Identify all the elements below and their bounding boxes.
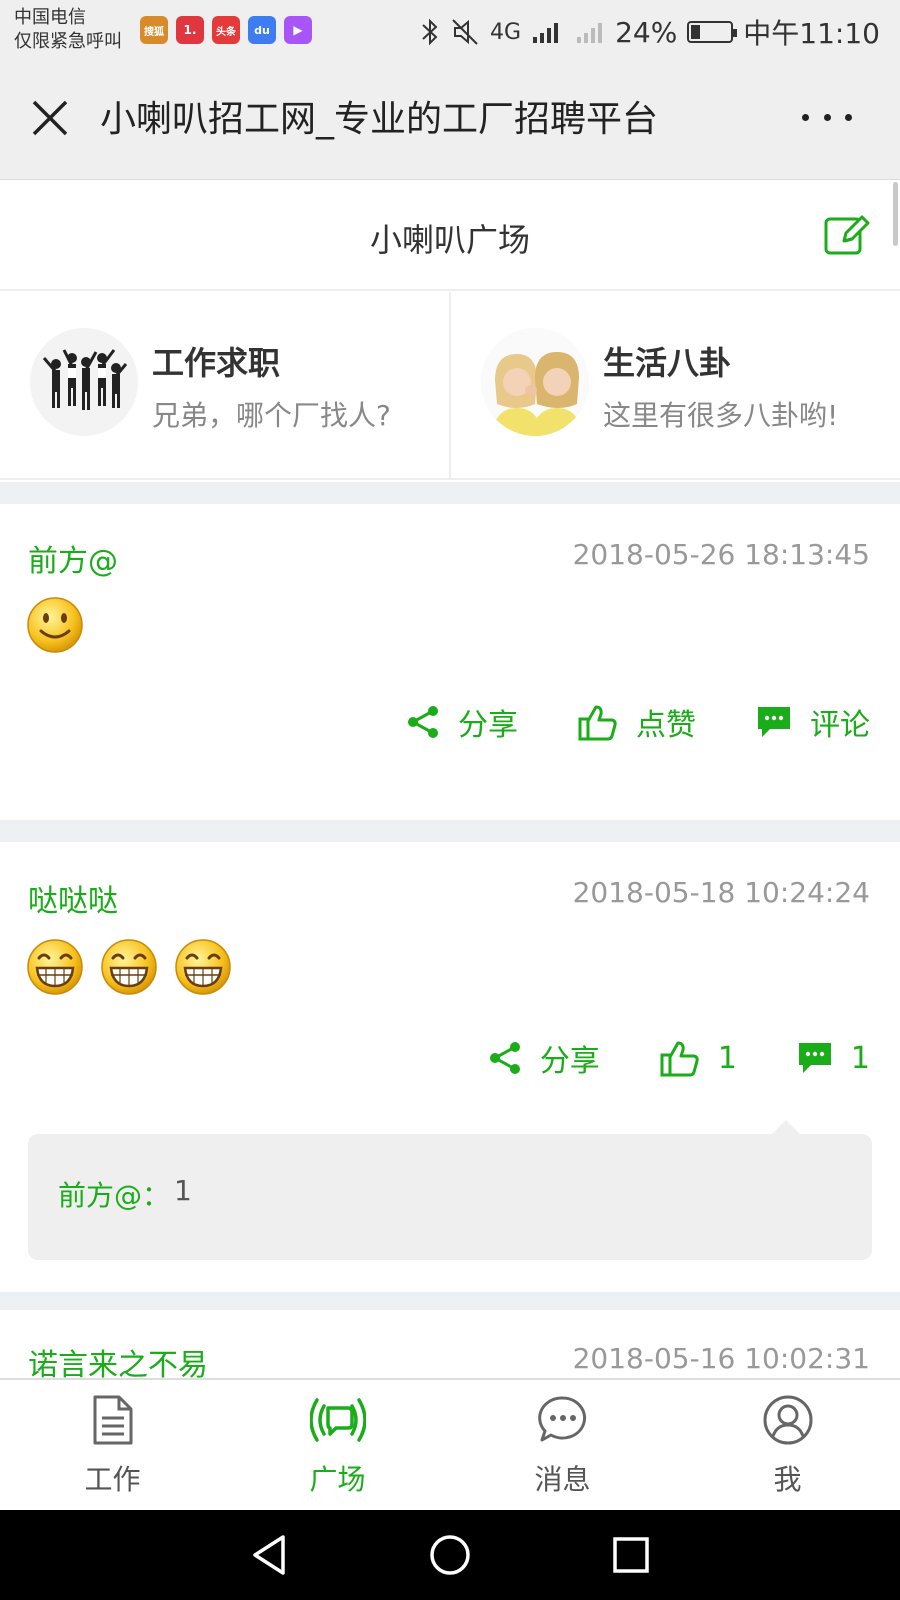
recent-apps-icon[interactable] [611, 1535, 651, 1575]
notification-icons: 搜狐 1. 头条 du ▶ [140, 16, 312, 44]
post-actions: 分享 1 1 [428, 1036, 870, 1080]
post-timestamp: 2018-05-18 10:24:24 [572, 876, 870, 909]
emergency-only-label: 仅限紧急呼叫 [14, 31, 122, 52]
more-options-button[interactable] [802, 102, 852, 132]
smile-emoji-icon [27, 597, 83, 653]
bluetooth-icon [422, 18, 438, 46]
like-count: 1 [717, 1040, 737, 1076]
share-label: 分享 [539, 1044, 600, 1079]
mute-icon [452, 19, 478, 45]
video-app-icon: ▶ [284, 16, 312, 44]
grin-emoji-icon [175, 939, 231, 995]
carrier-name: 中国电信 [14, 7, 86, 28]
plaza-header: 小喇叭广场 [0, 181, 900, 291]
share-button[interactable]: 分享 [406, 700, 518, 744]
comment-text: 1 [174, 1174, 192, 1207]
comment-count: 1 [850, 1040, 870, 1076]
wechat-title-bar: 小喇叭招工网_专业的工厂招聘平台 [0, 66, 900, 180]
battery-icon [687, 21, 738, 43]
grin-emoji-icon [101, 939, 157, 995]
category-subtitle: 兄弟，哪个厂找人? [152, 399, 391, 432]
job-seeking-image [30, 328, 138, 436]
thumbs-up-icon [660, 1041, 699, 1077]
post-author[interactable]: 诺言来之不易 [28, 1340, 208, 1378]
post-author[interactable]: 哒哒哒 [28, 876, 118, 920]
carrier-info: 中国电信 仅限紧急呼叫 [14, 6, 122, 54]
category-gossip[interactable]: 生活八卦 这里有很多八卦哟! [449, 292, 900, 478]
post-card: 诺言来之不易 2018-05-16 10:02:31 [0, 1310, 900, 1378]
share-icon [408, 706, 438, 738]
battery-percent: 24% [615, 15, 678, 49]
share-label: 分享 [458, 708, 518, 743]
post-card: 前方@ 2018-05-26 18:13:45 分享 点赞 评论 [0, 504, 900, 820]
category-job-seeking[interactable]: 工作求职 兄弟，哪个厂找人? [0, 292, 449, 478]
compose-post-button[interactable] [822, 211, 870, 259]
comment-author[interactable]: 前方@： [58, 1174, 170, 1214]
baidu-app-icon: du [248, 16, 276, 44]
tab-label: 我 [773, 1463, 802, 1496]
comment-button[interactable]: 1 [797, 1041, 870, 1076]
thumbs-up-icon [578, 705, 617, 741]
system-navigation-bar [0, 1510, 900, 1600]
close-icon[interactable] [28, 96, 72, 140]
tab-label: 消息 [534, 1463, 591, 1496]
tab-label: 工作 [84, 1463, 141, 1496]
post-author[interactable]: 前方@ [28, 536, 118, 580]
post-timestamp: 2018-05-26 18:13:45 [572, 538, 870, 571]
tab-plaza[interactable]: 广场 [225, 1380, 450, 1510]
gossip-image [481, 328, 589, 436]
tab-messages[interactable]: 消息 [450, 1380, 675, 1510]
plaza-title: 小喇叭广场 [369, 221, 530, 259]
category-grid: 工作求职 兄弟，哪个厂找人? 生活八卦 这里有很多八卦哟! [0, 292, 900, 480]
broadcast-icon [309, 1398, 366, 1442]
system-status: 4G 24% 中午11:10 [420, 12, 880, 52]
section-divider [0, 1292, 900, 1310]
section-divider [0, 482, 900, 504]
yihaodian-app-icon: 1. [176, 16, 204, 44]
chat-bubble-icon [537, 1396, 586, 1442]
status-bar: 中国电信 仅限紧急呼叫 搜狐 1. 头条 du ▶ 4G 24% 中午11:10 [0, 0, 900, 66]
tab-label: 广场 [309, 1463, 366, 1496]
more-dot-icon [802, 113, 809, 121]
share-button[interactable]: 分享 [488, 1036, 600, 1080]
comment-icon [758, 707, 790, 737]
category-title: 生活八卦 [603, 344, 732, 382]
user-icon [763, 1395, 812, 1445]
like-label: 点赞 [636, 708, 696, 743]
home-icon[interactable] [428, 1533, 472, 1577]
share-icon [489, 1042, 520, 1074]
post-card: 哒哒哒 2018-05-18 10:24:24 分享 1 1 前方@： 1 [0, 842, 900, 1292]
comment-icon [798, 1043, 831, 1073]
network-type: 4G [490, 19, 522, 45]
category-subtitle: 这里有很多八卦哟! [603, 399, 839, 432]
document-icon [93, 1395, 132, 1445]
category-title: 工作求职 [152, 344, 281, 382]
comment-button[interactable]: 评论 [756, 700, 870, 744]
no-sim-signal-icon [577, 23, 603, 43]
like-button[interactable]: 1 [660, 1039, 737, 1077]
grin-emoji-icon [27, 939, 83, 995]
tab-work[interactable]: 工作 [0, 1380, 225, 1510]
signal-icon [533, 23, 559, 43]
post-timestamp: 2018-05-16 10:02:31 [572, 1342, 870, 1375]
clock: 中午11:10 [743, 17, 880, 50]
tab-me[interactable]: 我 [675, 1380, 900, 1510]
toutiao-app-icon: 头条 [212, 16, 240, 44]
section-divider [0, 820, 900, 842]
post-actions: 分享 点赞 评论 [346, 700, 870, 744]
page-title: 小喇叭招工网_专业的工厂招聘平台 [100, 99, 659, 140]
more-dot-icon [845, 113, 852, 121]
bottom-tab-bar: 工作 广场 消息 我 [0, 1378, 900, 1510]
like-button[interactable]: 点赞 [578, 700, 696, 744]
back-icon[interactable] [249, 1533, 289, 1577]
more-dot-icon [823, 113, 831, 121]
comment-label: 评论 [810, 708, 870, 743]
sohu-app-icon: 搜狐 [140, 16, 168, 44]
comment-list: 前方@： 1 [28, 1120, 872, 1260]
